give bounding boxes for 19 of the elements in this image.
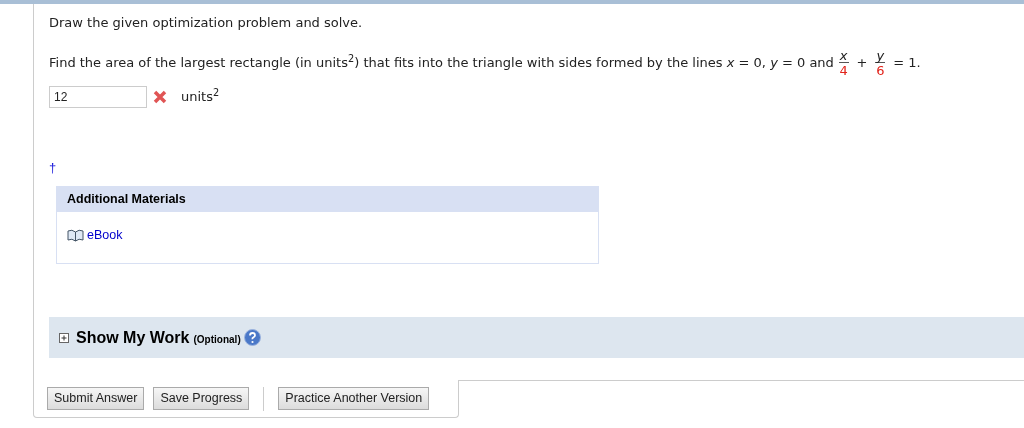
book-icon (67, 228, 84, 242)
answer-field[interactable]: 12 (49, 85, 147, 108)
action-button[interactable]: Submit Answer (47, 387, 145, 410)
footnote-mark: † (49, 159, 57, 175)
fraction: y 6 (875, 48, 886, 77)
question-text: Find the area of the largest rectangle (in units$^{2}$) that fits into the triangle with sides formed by the lines x = 0, y = 0 and (49, 52, 834, 72)
help-icon[interactable] (243, 329, 261, 347)
instruction: Draw the given optimization problem and solve. (49, 14, 364, 32)
plus-sign: + (856, 53, 868, 72)
optional-note: (Optional) (193, 332, 241, 347)
units-label: units$^{2}$ (181, 86, 220, 106)
equation-result: = 1. (893, 53, 921, 72)
plus-box-icon[interactable] (59, 332, 69, 343)
materials-title: Additional Materials (67, 191, 186, 209)
ebook-link[interactable]: eBook (67, 226, 123, 245)
action-button[interactable]: Practice Another Version (278, 387, 430, 410)
show-my-work-title[interactable]: Show My Work (76, 325, 190, 350)
action-button[interactable]: Save Progress (153, 387, 250, 410)
fraction: x 4 (838, 48, 849, 77)
